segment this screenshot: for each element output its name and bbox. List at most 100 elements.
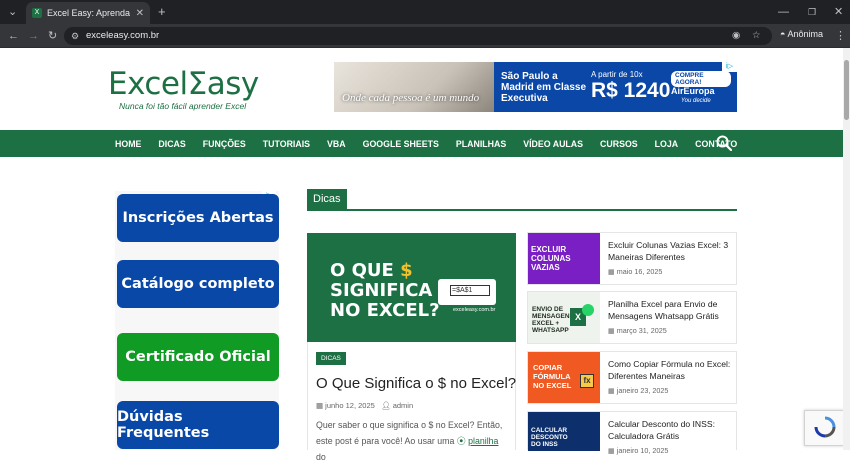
post-thumbnail: EXCLUIR COLUNAS VAZIAS bbox=[528, 233, 600, 284]
formula-fx-icon: fx bbox=[580, 374, 594, 388]
image-line1: O QUE bbox=[330, 260, 394, 281]
recaptcha-badge[interactable] bbox=[804, 410, 844, 446]
reload-icon[interactable]: ↻ bbox=[48, 24, 57, 48]
featured-post-excerpt: Quer saber o que significa o $ no Excel?… bbox=[316, 417, 508, 465]
recaptcha-icon bbox=[814, 416, 836, 438]
close-window-icon[interactable]: ✕ bbox=[834, 0, 843, 24]
ad-airline-slogan: You decide bbox=[681, 98, 711, 104]
nav-item[interactable]: CURSOS bbox=[600, 139, 638, 149]
post-title[interactable]: Excluir Colunas Vazias Excel: 3 Maneiras… bbox=[608, 239, 733, 263]
section-title: Dicas bbox=[307, 189, 347, 209]
post-date: junho 12, 2025 bbox=[325, 401, 375, 410]
date-text: março 31, 2025 bbox=[616, 326, 667, 335]
post-title[interactable]: Como Copiar Fórmula no Excel: Diferentes… bbox=[608, 358, 733, 382]
sidebar-btn-inscricoes[interactable]: Inscrições Abertas bbox=[117, 194, 279, 242]
minimize-icon[interactable]: — bbox=[778, 0, 789, 24]
browser-tab[interactable]: X Excel Easy: Aprenda Excel de m ✕ bbox=[26, 2, 150, 24]
calendar-icon: ▦ bbox=[608, 267, 617, 276]
nav-item[interactable]: FUNÇÕES bbox=[203, 139, 246, 149]
post-date: ▦ março 31, 2025 bbox=[608, 326, 667, 335]
site-tagline: Nunca foi tão fácil aprender Excel bbox=[119, 101, 247, 111]
calendar-icon: ▦ bbox=[608, 326, 617, 335]
category-badge[interactable]: DICAS bbox=[316, 352, 346, 365]
nav-item[interactable]: HOME bbox=[115, 139, 141, 149]
incognito-profile[interactable]: ◓ Anônima bbox=[780, 29, 823, 39]
featured-image-text: O QUE $ SIGNIFICA NO EXCEL? bbox=[330, 261, 440, 321]
calendar-icon: ▦ bbox=[316, 401, 326, 410]
date-text: janeiro 10, 2025 bbox=[616, 446, 669, 455]
nav-list: HOME DICAS FUNÇÕES TUTORIAIS VBA GOOGLE SHEET… bbox=[115, 130, 754, 157]
ad-cta-button[interactable]: COMPRE AGORA! bbox=[671, 71, 731, 87]
post-title[interactable]: Planilha Excel para Envio de Mensagens W… bbox=[608, 298, 733, 322]
post-thumbnail: ENVIO DE MENSAGENS EXCEL + WHATSAPP bbox=[528, 292, 600, 343]
close-tab-icon[interactable]: ✕ bbox=[136, 8, 144, 19]
forward-icon: → bbox=[28, 30, 39, 42]
image-domain: exceleasy.com.br bbox=[453, 307, 496, 313]
back-icon[interactable]: ← bbox=[8, 24, 19, 48]
post-date: ▦ maio 16, 2025 bbox=[608, 267, 662, 276]
scrollbar-thumb[interactable] bbox=[844, 60, 849, 120]
image-line2: SIGNIFICA bbox=[330, 280, 433, 301]
ad-from-label: A partir de 10x bbox=[591, 70, 643, 79]
sidebar-btn-duvidas[interactable]: Dúvidas Frequentes bbox=[117, 401, 279, 449]
date-text: janeiro 23, 2025 bbox=[616, 386, 669, 395]
ad-price: R$ 1240 bbox=[591, 79, 671, 102]
sidebar-btn-catalogo[interactable]: Catálogo completo bbox=[117, 260, 279, 308]
author-icon: 👤︎ bbox=[381, 401, 393, 410]
post-thumbnail: CALCULAR DESCONTO DO INSS bbox=[528, 412, 600, 451]
post-item[interactable]: EXCLUIR COLUNAS VAZIAS Excluir Colunas V… bbox=[527, 232, 737, 285]
bookmark-star-icon[interactable]: ☆ bbox=[752, 27, 761, 45]
nav-item[interactable]: TUTORIAIS bbox=[263, 139, 310, 149]
image-excel-cell: =$A$1 bbox=[438, 279, 496, 305]
ad-banner[interactable]: Onde cada pessoa é um mundo São Paulo a … bbox=[334, 62, 737, 112]
ad-slogan: Onde cada pessoa é um mundo bbox=[342, 92, 480, 104]
nav-item[interactable]: PLANILHAS bbox=[456, 139, 506, 149]
image-line3: NO EXCEL? bbox=[330, 300, 440, 321]
nav-item[interactable]: LOJA bbox=[655, 139, 678, 149]
profile-label: Anônima bbox=[787, 29, 823, 39]
address-bar[interactable]: ⚙ exceleasy.com.br ◉ ☆ bbox=[64, 27, 772, 45]
ad-route: São Paulo a Madrid em Classe Executiva bbox=[501, 71, 587, 104]
restore-icon[interactable]: ❐ bbox=[808, 0, 816, 24]
nav-item[interactable]: GOOGLE SHEETS bbox=[363, 139, 439, 149]
image-cell-formula: =$A$1 bbox=[450, 285, 490, 296]
calendar-icon: ▦ bbox=[608, 446, 617, 455]
date-text: maio 16, 2025 bbox=[616, 267, 663, 276]
post-date: ▦ janeiro 10, 2025 bbox=[608, 446, 668, 455]
browser-menu-icon[interactable]: ⋮ bbox=[835, 24, 846, 48]
featured-image[interactable]: O QUE $ SIGNIFICA NO EXCEL? =$A$1 excele… bbox=[307, 233, 516, 342]
new-tab-icon[interactable]: + bbox=[158, 0, 166, 24]
post-item[interactable]: CALCULAR DESCONTO DO INSS Calcular Desco… bbox=[527, 411, 737, 455]
nav-item[interactable]: VÍDEO AULAS bbox=[523, 139, 583, 149]
ad-photo bbox=[334, 62, 494, 112]
nav-item[interactable]: VBA bbox=[327, 139, 346, 149]
tab-list-icon[interactable]: ⌄ bbox=[8, 0, 17, 24]
browser-tab-bar: ⌄ X Excel Easy: Aprenda Excel de m ✕ + —… bbox=[0, 0, 850, 24]
url-text: exceleasy.com.br bbox=[86, 30, 160, 41]
post-author[interactable]: admin bbox=[393, 401, 413, 410]
site-logo[interactable]: ExcelΣasy bbox=[108, 66, 259, 102]
ad-price-box: A partir de 10x R$ 1240 COMPRE AGORA! Ai… bbox=[591, 70, 731, 106]
image-dollar: $ bbox=[400, 260, 413, 281]
section-divider bbox=[307, 209, 737, 211]
post-item[interactable]: ENVIO DE MENSAGENS EXCEL + WHATSAPP X Pl… bbox=[527, 291, 737, 344]
excel-favicon-icon: X bbox=[32, 8, 42, 18]
sidebar-btn-certificado[interactable]: Certificado Oficial bbox=[117, 333, 279, 381]
site-info-icon[interactable]: ⚙ bbox=[71, 27, 79, 45]
address-toolbar: ← → ↻ ⚙ exceleasy.com.br ◉ ☆ ◓ Anônima ⋮ bbox=[0, 24, 850, 48]
featured-post-meta: ▦ junho 12, 2025 👤︎ admin bbox=[316, 401, 413, 410]
tracking-blocked-icon[interactable]: ◉ bbox=[732, 27, 740, 45]
post-title[interactable]: Calcular Desconto do INSS: Calculadora G… bbox=[608, 418, 733, 442]
nav-item[interactable]: DICAS bbox=[158, 139, 185, 149]
whatsapp-icon bbox=[582, 304, 594, 316]
link-icon: ⦿ bbox=[456, 436, 466, 446]
featured-post-title[interactable]: O Que Significa o $ no Excel? bbox=[316, 375, 516, 392]
calendar-icon: ▦ bbox=[608, 386, 617, 395]
excerpt-text-end: do bbox=[316, 452, 326, 462]
tab-title: Excel Easy: Aprenda Excel de m bbox=[47, 8, 132, 18]
excerpt-link[interactable]: planilha bbox=[468, 436, 498, 446]
ad-airline: AirEuropa bbox=[671, 86, 715, 96]
adchoices-icon[interactable]: i▷ bbox=[722, 62, 737, 72]
search-icon[interactable] bbox=[716, 135, 732, 151]
post-item[interactable]: COPIAR FÓRMULA NO EXCEL fx Como Copiar F… bbox=[527, 351, 737, 404]
